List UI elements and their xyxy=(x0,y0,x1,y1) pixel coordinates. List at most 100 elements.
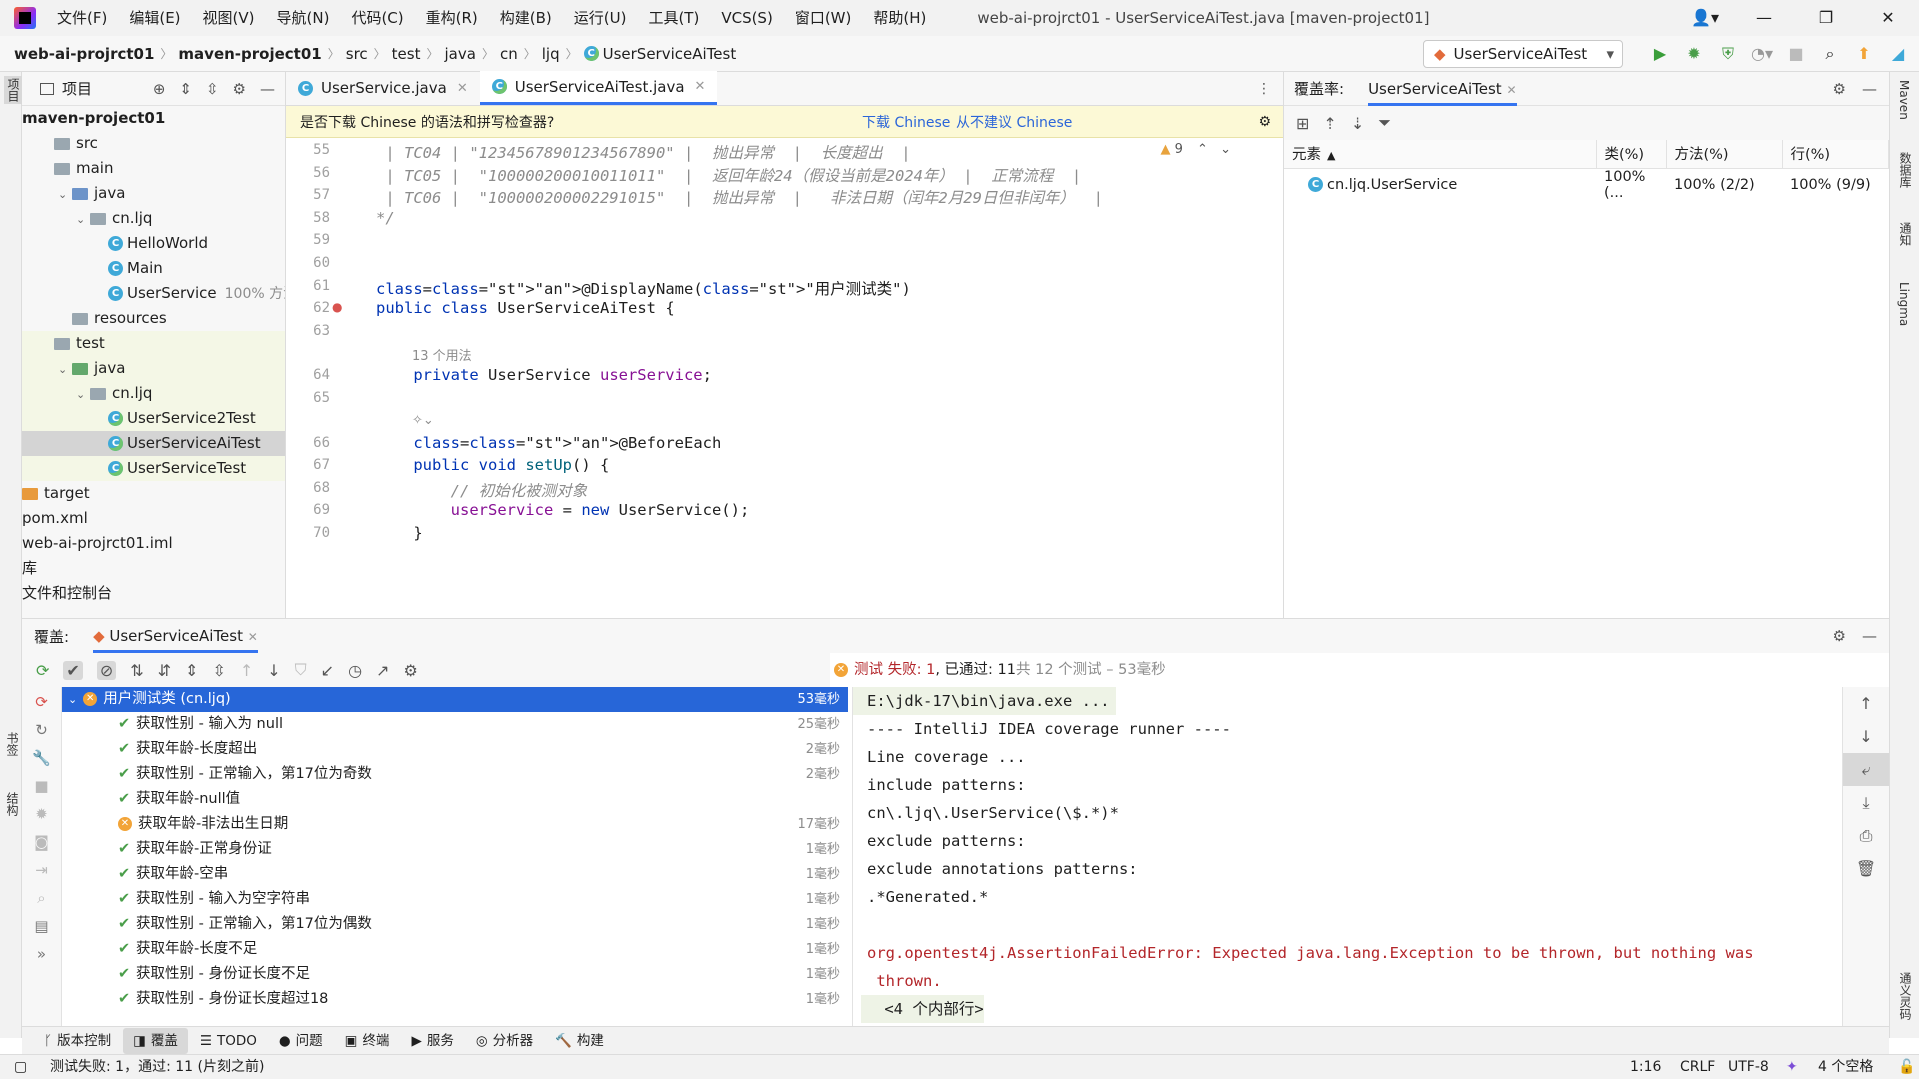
rerun-failed-icon[interactable]: ⟳ xyxy=(35,693,48,711)
hide-icon[interactable]: — xyxy=(260,80,275,98)
close-button[interactable]: ✕ xyxy=(1857,0,1919,36)
project-tool-button[interactable]: 项目 xyxy=(4,76,23,104)
inspect-icon[interactable]: ⌕ xyxy=(37,889,45,907)
menu-item[interactable]: 编辑(E) xyxy=(118,0,191,36)
menu-item[interactable]: 帮助(H) xyxy=(862,0,937,36)
tool-window-profiler[interactable]: ◎ 分析器 xyxy=(466,1028,543,1054)
menu-item[interactable]: 代码(C) xyxy=(340,0,414,36)
file-encoding[interactable]: UTF-8 xyxy=(1728,1055,1769,1080)
export-icon[interactable]: ⇣ xyxy=(1351,114,1364,133)
editor-tab[interactable]: C UserServiceAiTest.java ✕ xyxy=(479,71,718,105)
gear-icon[interactable]: ⚙ xyxy=(1833,80,1846,98)
sort-duration-icon[interactable]: ⇵ xyxy=(158,661,171,680)
import-tests-icon[interactable]: ↙ xyxy=(321,661,334,680)
tool-window-terminal[interactable]: ▣ 终端 xyxy=(335,1028,400,1054)
tree-node[interactable]: C Main xyxy=(22,256,285,281)
wrench-icon[interactable]: 🔧 xyxy=(32,749,51,767)
expand-all-icon[interactable]: ⇕ xyxy=(185,661,198,680)
tree-node[interactable]: 文件和控制台 xyxy=(22,581,285,606)
breadcrumb-item[interactable]: ljq xyxy=(542,45,560,63)
tree-node[interactable]: ⌄ cn.ljq xyxy=(22,381,285,406)
tree-node[interactable]: C UserServiceAiTest xyxy=(22,431,285,456)
line-separator[interactable]: CRLF xyxy=(1680,1055,1715,1080)
tree-node[interactable]: C HelloWorld xyxy=(22,231,285,256)
status-message[interactable]: 测试失败: 1，通过: 11 (片刻之前) xyxy=(50,1055,264,1080)
toggle-auto-test-icon[interactable]: ↻ xyxy=(35,721,48,739)
ai-hint-icon[interactable]: ✧⌄ xyxy=(412,413,434,428)
locate-icon[interactable]: ⊕ xyxy=(153,80,166,98)
debug-icon[interactable]: ✹ xyxy=(1683,40,1705,68)
tree-node[interactable]: resources xyxy=(22,306,285,331)
export-tests-icon[interactable]: ↗ xyxy=(376,661,389,680)
breadcrumb-item[interactable]: src xyxy=(346,45,368,63)
cursor-position[interactable]: 1:16 xyxy=(1630,1055,1661,1080)
test-row[interactable]: ✕ 获取年龄-非法出生日期 17毫秒 xyxy=(62,812,848,837)
tree-node[interactable]: C UserService 100% 方法 xyxy=(22,281,285,306)
chevron-down-icon[interactable]: ⌄ xyxy=(58,357,72,382)
chevron-down-icon[interactable]: ⌄ xyxy=(58,182,72,207)
tree-node[interactable]: ⌄ java xyxy=(22,356,285,381)
run-tab[interactable]: ◆ UserServiceAiTest ✕ xyxy=(93,619,258,653)
breadcrumb-item[interactable]: java xyxy=(445,45,476,63)
menu-item[interactable]: 导航(N) xyxy=(266,0,341,36)
menu-item[interactable]: 工具(T) xyxy=(637,0,710,36)
coverage-column-header[interactable]: 方法(%) xyxy=(1666,140,1783,169)
menu-item[interactable]: 窗口(W) xyxy=(784,0,863,36)
tree-node[interactable]: main xyxy=(22,156,285,181)
test-row[interactable]: ✔ 获取年龄-长度不足 1毫秒 xyxy=(62,937,848,962)
shield-icon[interactable]: ⛉ xyxy=(295,660,307,680)
chevron-down-icon[interactable]: ⌄ xyxy=(1220,142,1231,157)
test-row[interactable]: ✔ 获取性别 - 输入为空字符串 1毫秒 xyxy=(62,887,848,912)
prev-failed-icon[interactable]: ↑ xyxy=(240,661,253,680)
test-row[interactable]: ✔ 获取性别 - 输入为 null 25毫秒 xyxy=(62,712,848,737)
stop-icon[interactable]: ■ xyxy=(1785,40,1807,68)
test-row[interactable]: ✔ 获取性别 - 正常输入，第17位为偶数 1毫秒 xyxy=(62,912,848,937)
menu-item[interactable]: 运行(U) xyxy=(563,0,638,36)
menu-item[interactable]: 构建(B) xyxy=(489,0,563,36)
close-icon[interactable]: ✕ xyxy=(695,79,706,94)
tree-node[interactable]: ⌄ cn.ljq xyxy=(22,206,285,231)
update-icon[interactable]: ⬆ xyxy=(1853,40,1875,68)
more-icon[interactable]: » xyxy=(37,945,46,963)
close-icon[interactable]: ✕ xyxy=(1506,83,1516,97)
menu-item[interactable]: 文件(F) xyxy=(46,0,118,36)
bookmarks-tool-button[interactable]: 书签 xyxy=(4,732,21,756)
tool-window-todo[interactable]: ☰ TODO xyxy=(190,1028,267,1054)
coverage-column-header[interactable]: 元素 ▲ xyxy=(1284,140,1597,169)
show-ignored-icon[interactable]: ⊘ xyxy=(96,660,117,680)
tool-window-build[interactable]: 🔨 构建 xyxy=(545,1028,614,1054)
structure-tool-button[interactable]: 结构 xyxy=(4,792,21,816)
indent-setting[interactable]: 4 个空格 xyxy=(1818,1055,1873,1080)
stop-icon[interactable]: ■ xyxy=(34,777,48,795)
test-row[interactable]: ✔ 获取年龄-空串 1毫秒 xyxy=(62,862,848,887)
test-row[interactable]: ✔ 获取年龄-正常身份证 1毫秒 xyxy=(62,837,848,862)
usages-hint[interactable]: 13 个用法 xyxy=(412,345,472,364)
settings-icon[interactable]: ⚙ xyxy=(403,661,417,680)
breadcrumb-item[interactable]: UserServiceAiTest xyxy=(603,45,737,63)
console-output[interactable]: E:\jdk-17\bin\java.exe ... ---- IntelliJ … xyxy=(852,687,1842,1027)
scroll-down-icon[interactable]: ↓ xyxy=(1843,720,1889,753)
ai-assistant-icon[interactable]: ✦ xyxy=(1786,1055,1798,1080)
print-icon[interactable]: ⎙ xyxy=(1843,819,1889,852)
coverage-column-header[interactable]: 行(%) xyxy=(1782,140,1889,169)
tree-node[interactable]: C UserService2Test xyxy=(22,406,285,431)
tree-node[interactable]: src xyxy=(22,131,285,156)
profiler-icon[interactable]: ◔▾ xyxy=(1751,40,1773,68)
tongyi-tool-button[interactable]: 通义灵码 xyxy=(1897,972,1914,1020)
chevron-down-icon[interactable]: ⌄ xyxy=(76,207,90,232)
never-suggest-link[interactable]: 从不建议 Chinese xyxy=(956,112,1072,132)
database-tool-button[interactable]: 数据库 xyxy=(1897,152,1914,188)
chevron-down-icon[interactable]: ⌄ xyxy=(68,693,77,706)
menu-item[interactable]: 重构(R) xyxy=(415,0,489,36)
test-row[interactable]: ✔ 获取性别 - 身份证长度超过18 1毫秒 xyxy=(62,987,848,1012)
breadcrumb-item[interactable]: cn xyxy=(500,45,518,63)
tool-window-vcs[interactable]: ᚴ 版本控制 xyxy=(34,1028,121,1054)
tree-node[interactable]: ⌄ java xyxy=(22,181,285,206)
minimize-button[interactable]: — xyxy=(1733,0,1795,36)
more-tabs-icon[interactable]: ⋮ xyxy=(1245,81,1283,105)
expand-all-icon[interactable]: ⇕ xyxy=(179,80,192,98)
breadcrumb-item[interactable]: maven-project01 xyxy=(178,45,321,63)
scroll-up-icon[interactable]: ↑ xyxy=(1843,687,1889,720)
test-row[interactable]: ✔ 获取性别 - 身份证长度不足 1毫秒 xyxy=(62,962,848,987)
filter-icon[interactable]: ⏷ xyxy=(1378,113,1391,133)
